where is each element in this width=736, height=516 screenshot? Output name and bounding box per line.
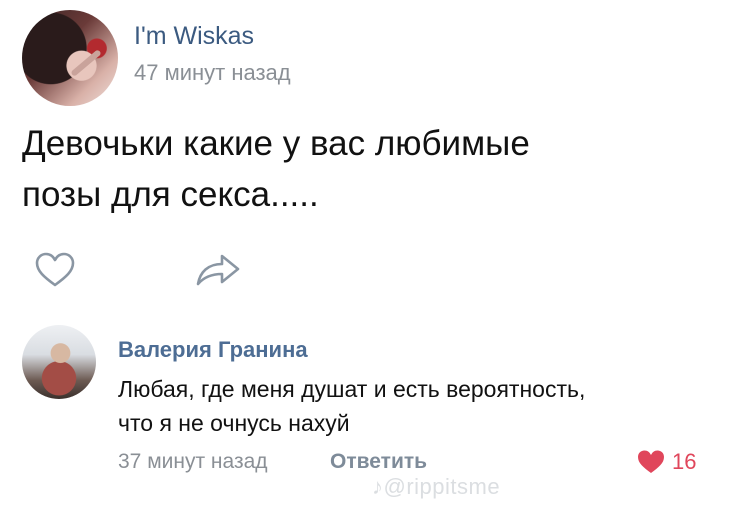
heart-outline-icon[interactable]	[34, 252, 76, 288]
author-avatar[interactable]	[22, 10, 118, 106]
comment-timestamp: 37 минут назад	[118, 450, 268, 473]
post-text-line: Девочьки какие у вас любимые	[22, 124, 530, 163]
reply-button[interactable]: Ответить	[330, 450, 427, 474]
post-text-line: позы для секса.....	[22, 175, 319, 214]
comment-text: Любая, где меня душат и есть вероятность…	[118, 372, 718, 440]
heart-filled-icon	[638, 450, 664, 473]
post-text: Девочьки какие у вас любимые позы для се…	[22, 118, 712, 220]
post-author-name[interactable]: I'm Wiskas	[134, 22, 254, 51]
commenter-avatar[interactable]	[22, 325, 96, 399]
comment-like-button[interactable]: 16	[636, 449, 696, 475]
post-timestamp: 47 минут назад	[134, 60, 291, 85]
comment-like-count: 16	[672, 449, 697, 474]
tiktok-watermark: ♪@rippitsme	[372, 474, 501, 499]
comment-text-line: что я не очнусь нахуй	[118, 410, 350, 436]
commenter-name[interactable]: Валерия Гранина	[118, 337, 308, 363]
comment-text-line: Любая, где меня душат и есть вероятность…	[118, 376, 586, 402]
share-arrow-icon[interactable]	[194, 252, 242, 288]
